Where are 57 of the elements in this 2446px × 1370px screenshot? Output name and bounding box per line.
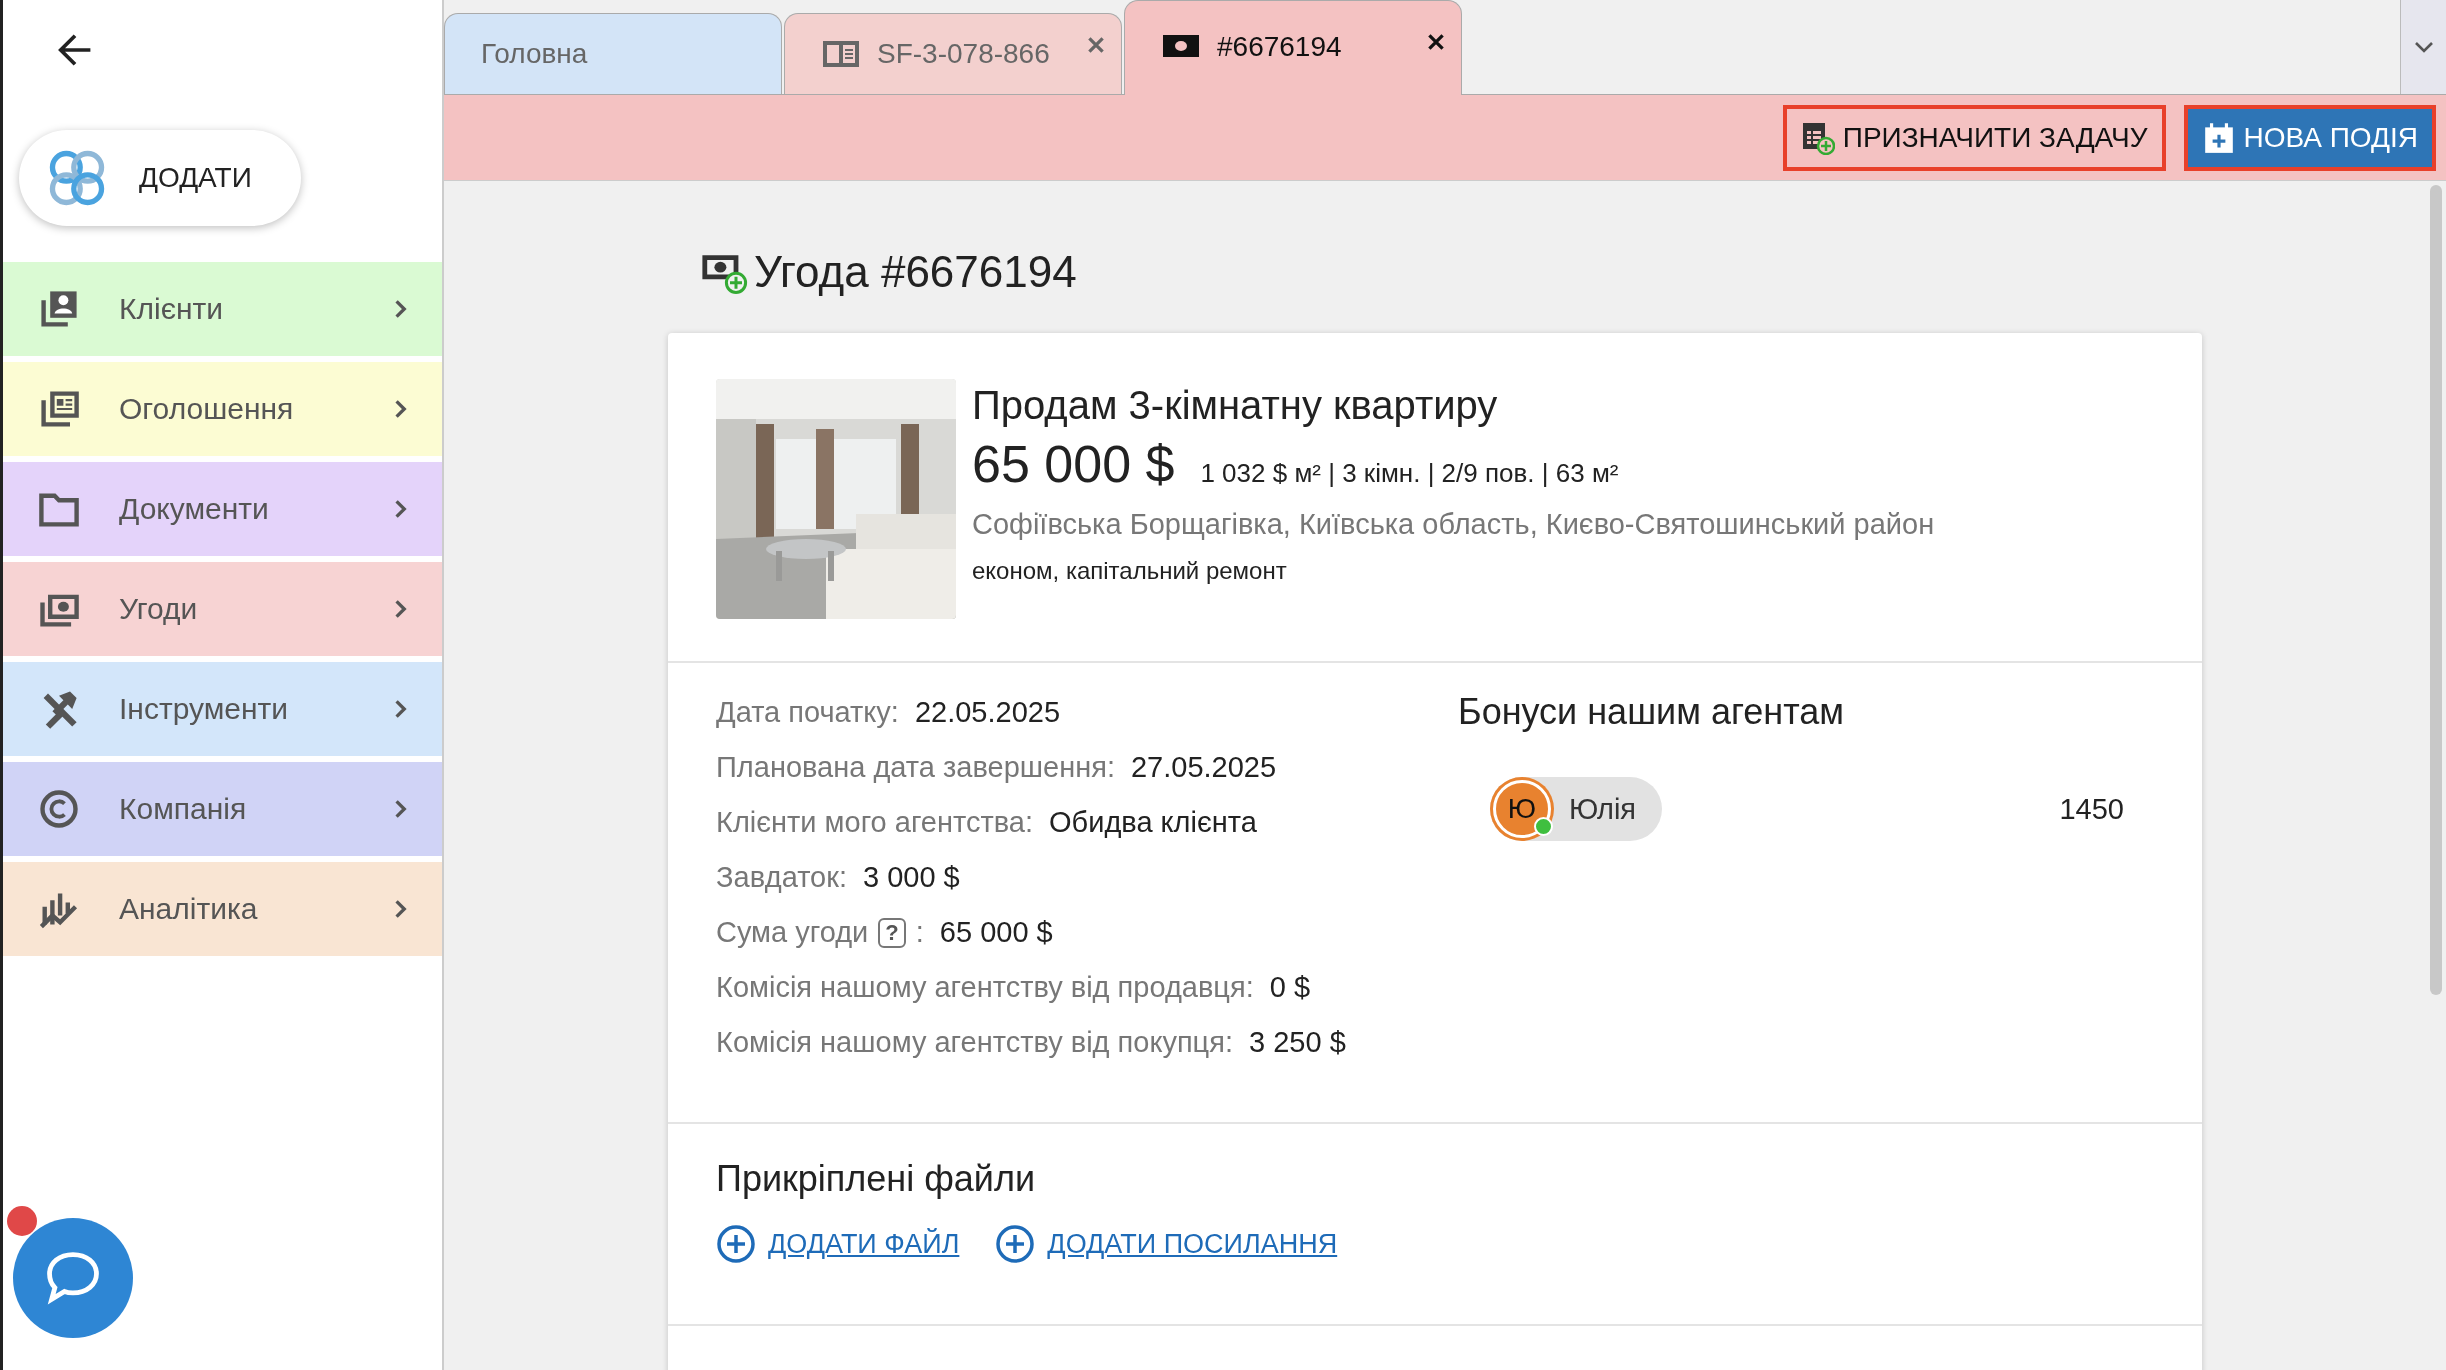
add-circle-icon (716, 1224, 756, 1264)
sidebar-item[interactable]: Документи (3, 462, 442, 556)
listing-address: Софіївська Борщагівка, Київська область, Києво-Святошинський район (972, 508, 1935, 541)
agent-chip[interactable]: Ю Юлія (1490, 777, 1663, 841)
sidebar-item[interactable]: Аналітика (3, 862, 442, 956)
sidebar-item[interactable]: Оголошення (3, 362, 442, 456)
help-icon[interactable]: ? (878, 917, 906, 948)
tab[interactable]: SF-3-078-866 (784, 13, 1122, 94)
avatar: Ю (1493, 780, 1551, 838)
tab[interactable]: #6676194 (1124, 0, 1462, 95)
field-label: Дата початку: (716, 696, 899, 729)
field-value: 22.05.2025 (914, 696, 1061, 729)
section-title: Бонуси нашим агентам (1458, 691, 1845, 733)
add-link[interactable]: ДОДАТИ ФАЙЛ (716, 1224, 960, 1264)
task-add-icon (1800, 120, 1835, 155)
sidebar-item[interactable]: Клієнти (3, 262, 442, 356)
field-label: Завдаток: (716, 861, 847, 894)
new-event-button[interactable]: НОВА ПОДІЯ (2183, 104, 2436, 171)
field-label: : (915, 916, 924, 949)
field-label: Клієнти мого агентства: (716, 806, 1034, 839)
field-value: Обидва клієнта (1049, 806, 1257, 839)
add-link[interactable]: ДОДАТИ ПОСИЛАННЯ (995, 1224, 1338, 1264)
field-value: 27.05.2025 (1130, 751, 1277, 784)
sidebar-label: Компанія (119, 792, 248, 826)
close-icon[interactable] (1425, 31, 1447, 53)
sidebar-item[interactable]: Угоди (3, 562, 442, 656)
book-icon (821, 39, 861, 69)
field-value: 3 250 $ (1249, 1026, 1346, 1059)
listing-specs: 1 032 $ м² | 3 кімн. | 2/9 пов. | 63 м² (1200, 458, 1619, 489)
bonus-amount: 1450 (2059, 792, 2124, 826)
sidebar-label: Аналітика (119, 892, 259, 926)
sidebar-label: Клієнти (119, 292, 225, 326)
field-value: 65 000 $ (939, 916, 1053, 949)
listing-title: Продам 3-кімнатну квартиру (972, 383, 1499, 428)
sidebar-label: Оголошення (119, 392, 295, 426)
sidebar-item[interactable]: Компанія (3, 762, 442, 856)
assign-task-button[interactable]: ПРИЗНАЧИТИ ЗАДАЧУ (1782, 104, 2166, 171)
field-value: 3 000 $ (862, 861, 960, 894)
field-value: 0 $ (1269, 971, 1311, 1004)
add-button[interactable]: ДОДАТИ (19, 130, 301, 226)
tab[interactable]: Головна (444, 13, 782, 94)
sidebar-item[interactable]: Інструменти (3, 662, 442, 756)
sidebar-label: Документи (119, 492, 270, 526)
copyright-icon (37, 787, 81, 831)
chevron-down-icon (2413, 40, 2434, 53)
add-circle-icon (995, 1224, 1036, 1264)
sidebar-label: Угоди (119, 592, 199, 626)
sidebar-label: Інструменти (119, 692, 290, 726)
field-label: Планована дата завершення: (716, 751, 1115, 784)
listing-price: 65 000 $ (972, 434, 1175, 494)
page-title: Угода #6676194 (754, 247, 1077, 297)
listing-tags: економ, капітальний ремонт (972, 557, 1935, 585)
field-label: Комісія нашому агентству від покупця: (716, 1026, 1233, 1059)
field-label: Сума угоди (716, 916, 869, 949)
scrollbar-thumb[interactable] (2430, 185, 2442, 995)
section-title: Прикріплені файли (716, 1158, 1037, 1200)
field-label: Комісія нашому агентству від продавця: (716, 971, 1254, 1004)
